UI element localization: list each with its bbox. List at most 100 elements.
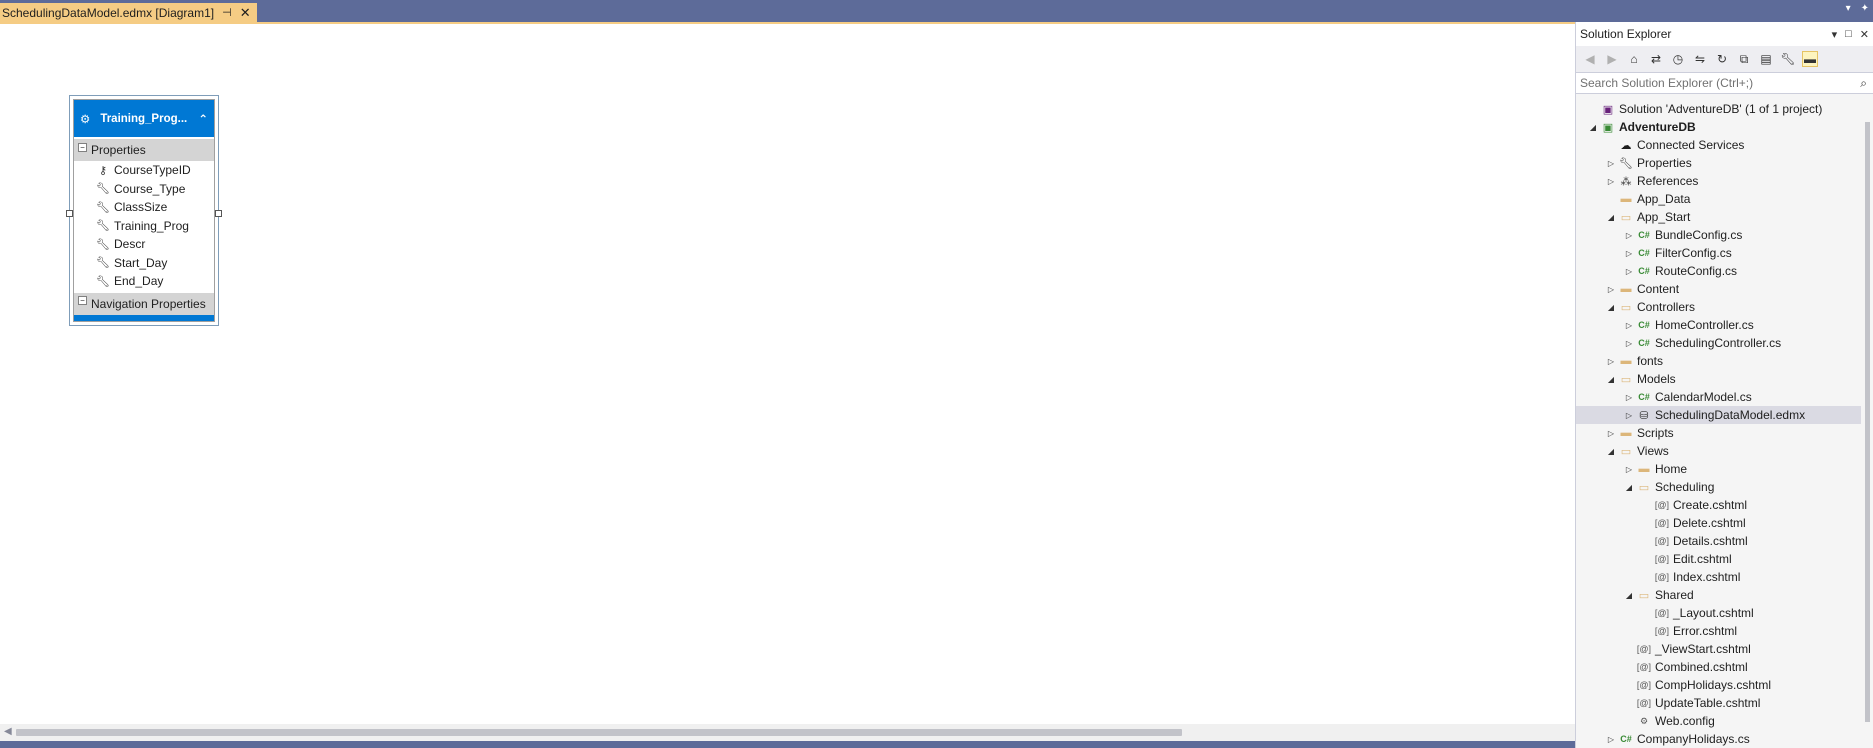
expanded-arrow-icon[interactable]: ◢	[1586, 123, 1600, 132]
collapsed-arrow-icon[interactable]: ▷	[1622, 231, 1636, 240]
tree-item[interactable]: ▷ C# CompanyHolidays.cs	[1576, 730, 1873, 748]
collapsed-arrow-icon[interactable]: ▷	[1604, 735, 1618, 744]
tree-item[interactable]: ▷ C# HomeController.cs	[1576, 316, 1873, 334]
expanded-arrow-icon[interactable]: ◢	[1604, 447, 1618, 456]
close-icon[interactable]: ✕	[240, 5, 251, 21]
collapsed-arrow-icon[interactable]: ▷	[1622, 393, 1636, 402]
expanded-arrow-icon[interactable]: ◢	[1622, 591, 1636, 600]
switch-views-icon[interactable]: ⇄	[1648, 52, 1664, 66]
tree-item[interactable]: [@] Index.cshtml	[1576, 568, 1873, 586]
collapse-minus-icon[interactable]: −	[78, 142, 87, 152]
entity-property-row[interactable]: 🔧︎ Start_Day	[74, 254, 214, 273]
tree-item[interactable]: ▷ ▬ Content	[1576, 280, 1873, 298]
tab-list-dropdown-icon[interactable]: ▾	[1846, 3, 1851, 14]
tree-item[interactable]: ▷ C# BundleConfig.cs	[1576, 226, 1873, 244]
collapse-chevron-icon[interactable]: ⌃	[198, 112, 208, 126]
expanded-arrow-icon[interactable]: ◢	[1622, 483, 1636, 492]
tree-item[interactable]: ▷ C# FilterConfig.cs	[1576, 244, 1873, 262]
tree-item[interactable]: [@] CompHolidays.cshtml	[1576, 676, 1873, 694]
expanded-arrow-icon[interactable]: ◢	[1604, 375, 1618, 384]
collapsed-arrow-icon[interactable]: ▷	[1622, 321, 1636, 330]
entity-property-row[interactable]: 🔧︎ Descr	[74, 235, 214, 254]
tree-item[interactable]: ▷ ⁂ References	[1576, 172, 1873, 190]
show-all-files-icon[interactable]: ▤	[1758, 52, 1774, 66]
designer-canvas[interactable]: ⚙ Training_Prog... ⌃ − Properties ⚷ Cours…	[0, 24, 1575, 724]
tree-item[interactable]: [@] Details.cshtml	[1576, 532, 1873, 550]
tree-item[interactable]: [@] Create.cshtml	[1576, 496, 1873, 514]
collapsed-arrow-icon[interactable]: ▷	[1604, 159, 1618, 168]
tree-item[interactable]: [@] Edit.cshtml	[1576, 550, 1873, 568]
tree-item[interactable]: [@] Error.cshtml	[1576, 622, 1873, 640]
collapsed-arrow-icon[interactable]: ▷	[1622, 411, 1636, 420]
entity-property-row[interactable]: 🔧︎ ClassSize	[74, 198, 214, 217]
tree-item[interactable]: ◢ ▭ Shared	[1576, 586, 1873, 604]
entity-header[interactable]: ⚙ Training_Prog... ⌃	[74, 100, 214, 137]
navigation-section-header[interactable]: − Navigation Properties	[74, 292, 214, 315]
refresh-icon[interactable]: ↻	[1714, 52, 1730, 66]
tree-item[interactable]: ▷ ⛁ SchedulingDataModel.edmx	[1576, 406, 1873, 424]
preview-selected-items-icon[interactable]: ▬	[1802, 51, 1818, 67]
horizontal-scrollbar[interactable]: ◀	[0, 724, 1575, 741]
tree-item[interactable]: ▷ ▬ Scripts	[1576, 424, 1873, 442]
back-icon[interactable]: ◀	[1582, 52, 1598, 66]
panel-menu-icon[interactable]: ▾	[1832, 28, 1838, 41]
collapsed-arrow-icon[interactable]: ▷	[1604, 429, 1618, 438]
scrollbar-thumb[interactable]	[1865, 122, 1870, 722]
entity-shape[interactable]: ⚙ Training_Prog... ⌃ − Properties ⚷ Cours…	[66, 95, 222, 326]
settings-gear-icon[interactable]: ✦	[1861, 3, 1869, 14]
properties-wrench-icon[interactable]: 🔧︎	[1780, 52, 1796, 66]
tree-item[interactable]: ☁ Connected Services	[1576, 136, 1873, 154]
collapse-all-icon[interactable]: ⧉	[1736, 52, 1752, 67]
search-icon[interactable]: ⌕	[1860, 76, 1867, 91]
tree-item[interactable]: ▷ C# CalendarModel.cs	[1576, 388, 1873, 406]
tree-item[interactable]: ◢ ▭ Models	[1576, 370, 1873, 388]
tree-item[interactable]: [@] Combined.cshtml	[1576, 658, 1873, 676]
entity-property-row[interactable]: 🔧︎ Course_Type	[74, 180, 214, 199]
expanded-arrow-icon[interactable]: ◢	[1604, 213, 1618, 222]
home-icon[interactable]: ⌂	[1626, 52, 1642, 66]
resize-handle-right[interactable]	[215, 210, 222, 217]
collapsed-arrow-icon[interactable]: ▷	[1604, 177, 1618, 186]
tree-item[interactable]: ◢ ▭ Views	[1576, 442, 1873, 460]
tree-item[interactable]: [@] _Layout.cshtml	[1576, 604, 1873, 622]
collapsed-arrow-icon[interactable]: ▷	[1622, 465, 1636, 474]
tree-item[interactable]: ⚙ Web.config	[1576, 712, 1873, 730]
collapsed-arrow-icon[interactable]: ▷	[1622, 249, 1636, 258]
tree-item[interactable]: ◢ ▭ Controllers	[1576, 298, 1873, 316]
tree-item[interactable]: ◢ ▣ AdventureDB	[1576, 118, 1873, 136]
tree-item[interactable]: ▷ ▬ Home	[1576, 460, 1873, 478]
sync-with-document-icon[interactable]: ⇋	[1692, 52, 1708, 66]
collapsed-arrow-icon[interactable]: ▷	[1622, 339, 1636, 348]
tree-item[interactable]: [@] _ViewStart.cshtml	[1576, 640, 1873, 658]
collapsed-arrow-icon[interactable]: ▷	[1604, 357, 1618, 366]
maximize-icon[interactable]: □	[1845, 28, 1852, 41]
properties-section-header[interactable]: − Properties	[74, 139, 214, 161]
tree-item[interactable]: ▬ App_Data	[1576, 190, 1873, 208]
entity-property-row[interactable]: 🔧︎ End_Day	[74, 272, 214, 291]
resize-handle-left[interactable]	[66, 210, 73, 217]
tree-item[interactable]: [@] UpdateTable.cshtml	[1576, 694, 1873, 712]
close-panel-icon[interactable]: ✕	[1860, 28, 1869, 41]
tree-item[interactable]: ◢ ▭ App_Start	[1576, 208, 1873, 226]
entity-property-row[interactable]: ⚷ CourseTypeID	[74, 161, 214, 180]
vertical-scrollbar[interactable]	[1861, 118, 1873, 748]
tree-item[interactable]: ▷ C# RouteConfig.cs	[1576, 262, 1873, 280]
tree-item[interactable]: ▣ Solution 'AdventureDB' (1 of 1 project)	[1576, 100, 1873, 118]
collapse-minus-icon[interactable]: −	[78, 296, 87, 305]
entity-property-row[interactable]: 🔧︎ Training_Prog	[74, 217, 214, 236]
collapsed-arrow-icon[interactable]: ▷	[1604, 285, 1618, 294]
tree-item[interactable]: ▷ 🔧︎ Properties	[1576, 154, 1873, 172]
scrollbar-thumb[interactable]	[16, 729, 1182, 736]
tree-item[interactable]: [@] Delete.cshtml	[1576, 514, 1873, 532]
pin-icon[interactable]: ⊣	[222, 6, 232, 19]
collapsed-arrow-icon[interactable]: ▷	[1622, 267, 1636, 276]
tree-item[interactable]: ▷ ▬ fonts	[1576, 352, 1873, 370]
document-tab[interactable]: SchedulingDataModel.edmx [Diagram1] ⊣ ✕	[0, 3, 257, 22]
expanded-arrow-icon[interactable]: ◢	[1604, 303, 1618, 312]
tree-item[interactable]: ◢ ▭ Scheduling	[1576, 478, 1873, 496]
forward-icon[interactable]: ▶	[1604, 52, 1620, 66]
search-input[interactable]: Search Solution Explorer (Ctrl+;) ⌕	[1576, 72, 1873, 94]
pending-changes-filter-icon[interactable]: ◷	[1670, 52, 1686, 66]
scroll-left-arrow-icon[interactable]: ◀	[4, 726, 12, 737]
tree-item[interactable]: ▷ C# SchedulingController.cs	[1576, 334, 1873, 352]
